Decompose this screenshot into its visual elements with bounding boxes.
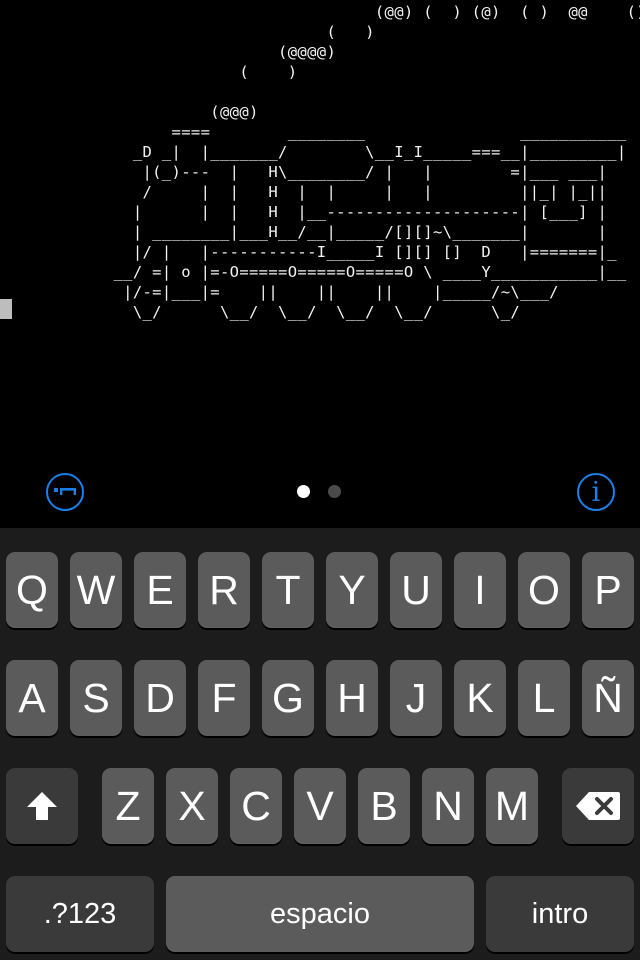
key-f[interactable]: F [198, 660, 250, 736]
key-u[interactable]: U [390, 552, 442, 628]
key-a[interactable]: A [6, 660, 58, 736]
info-icon: i [591, 477, 601, 508]
key-p[interactable]: P [582, 552, 634, 628]
key-g[interactable]: G [262, 660, 314, 736]
key-q[interactable]: Q [6, 552, 58, 628]
terminal-screen[interactable]: (@@) ( ) (@) ( ) @@ () ( ) (@@@@) ( ) (@… [0, 0, 640, 460]
keyboard-toggle-button[interactable] [46, 473, 84, 511]
key-k[interactable]: K [454, 660, 506, 736]
key-l[interactable]: L [518, 660, 570, 736]
keyboard-icon [54, 488, 76, 495]
key-w[interactable]: W [70, 552, 122, 628]
key-h[interactable]: H [326, 660, 378, 736]
backspace-key[interactable] [562, 768, 634, 844]
info-button[interactable]: i [577, 473, 615, 511]
key-r[interactable]: R [198, 552, 250, 628]
numbers-key[interactable]: .?123 [6, 876, 154, 952]
key-j[interactable]: J [390, 660, 442, 736]
onscreen-keyboard: Q W E R T Y U I O P A S D F G H J K L Ñ … [0, 528, 640, 960]
key-e[interactable]: E [134, 552, 186, 628]
key-n-tilde[interactable]: Ñ [582, 660, 634, 736]
page-indicator[interactable] [297, 485, 341, 498]
space-key[interactable]: espacio [166, 876, 474, 952]
key-n[interactable]: N [422, 768, 474, 844]
key-v[interactable]: V [294, 768, 346, 844]
ascii-train-art: (@@) ( ) (@) ( ) @@ () ( ) (@@@@) ( ) (@… [113, 3, 640, 321]
shift-key[interactable] [6, 768, 78, 844]
key-z[interactable]: Z [102, 768, 154, 844]
key-i[interactable]: I [454, 552, 506, 628]
key-b[interactable]: B [358, 768, 410, 844]
page-dot-1[interactable] [297, 485, 310, 498]
return-key[interactable]: intro [486, 876, 634, 952]
key-d[interactable]: D [134, 660, 186, 736]
shift-arrow-icon [27, 792, 57, 820]
key-s[interactable]: S [70, 660, 122, 736]
backspace-icon [576, 792, 620, 820]
key-o[interactable]: O [518, 552, 570, 628]
key-y[interactable]: Y [326, 552, 378, 628]
key-m[interactable]: M [486, 768, 538, 844]
key-t[interactable]: T [262, 552, 314, 628]
key-x[interactable]: X [166, 768, 218, 844]
text-cursor [0, 299, 12, 319]
key-c[interactable]: C [230, 768, 282, 844]
page-dot-2[interactable] [328, 485, 341, 498]
terminal-toolbar: i [0, 460, 640, 528]
